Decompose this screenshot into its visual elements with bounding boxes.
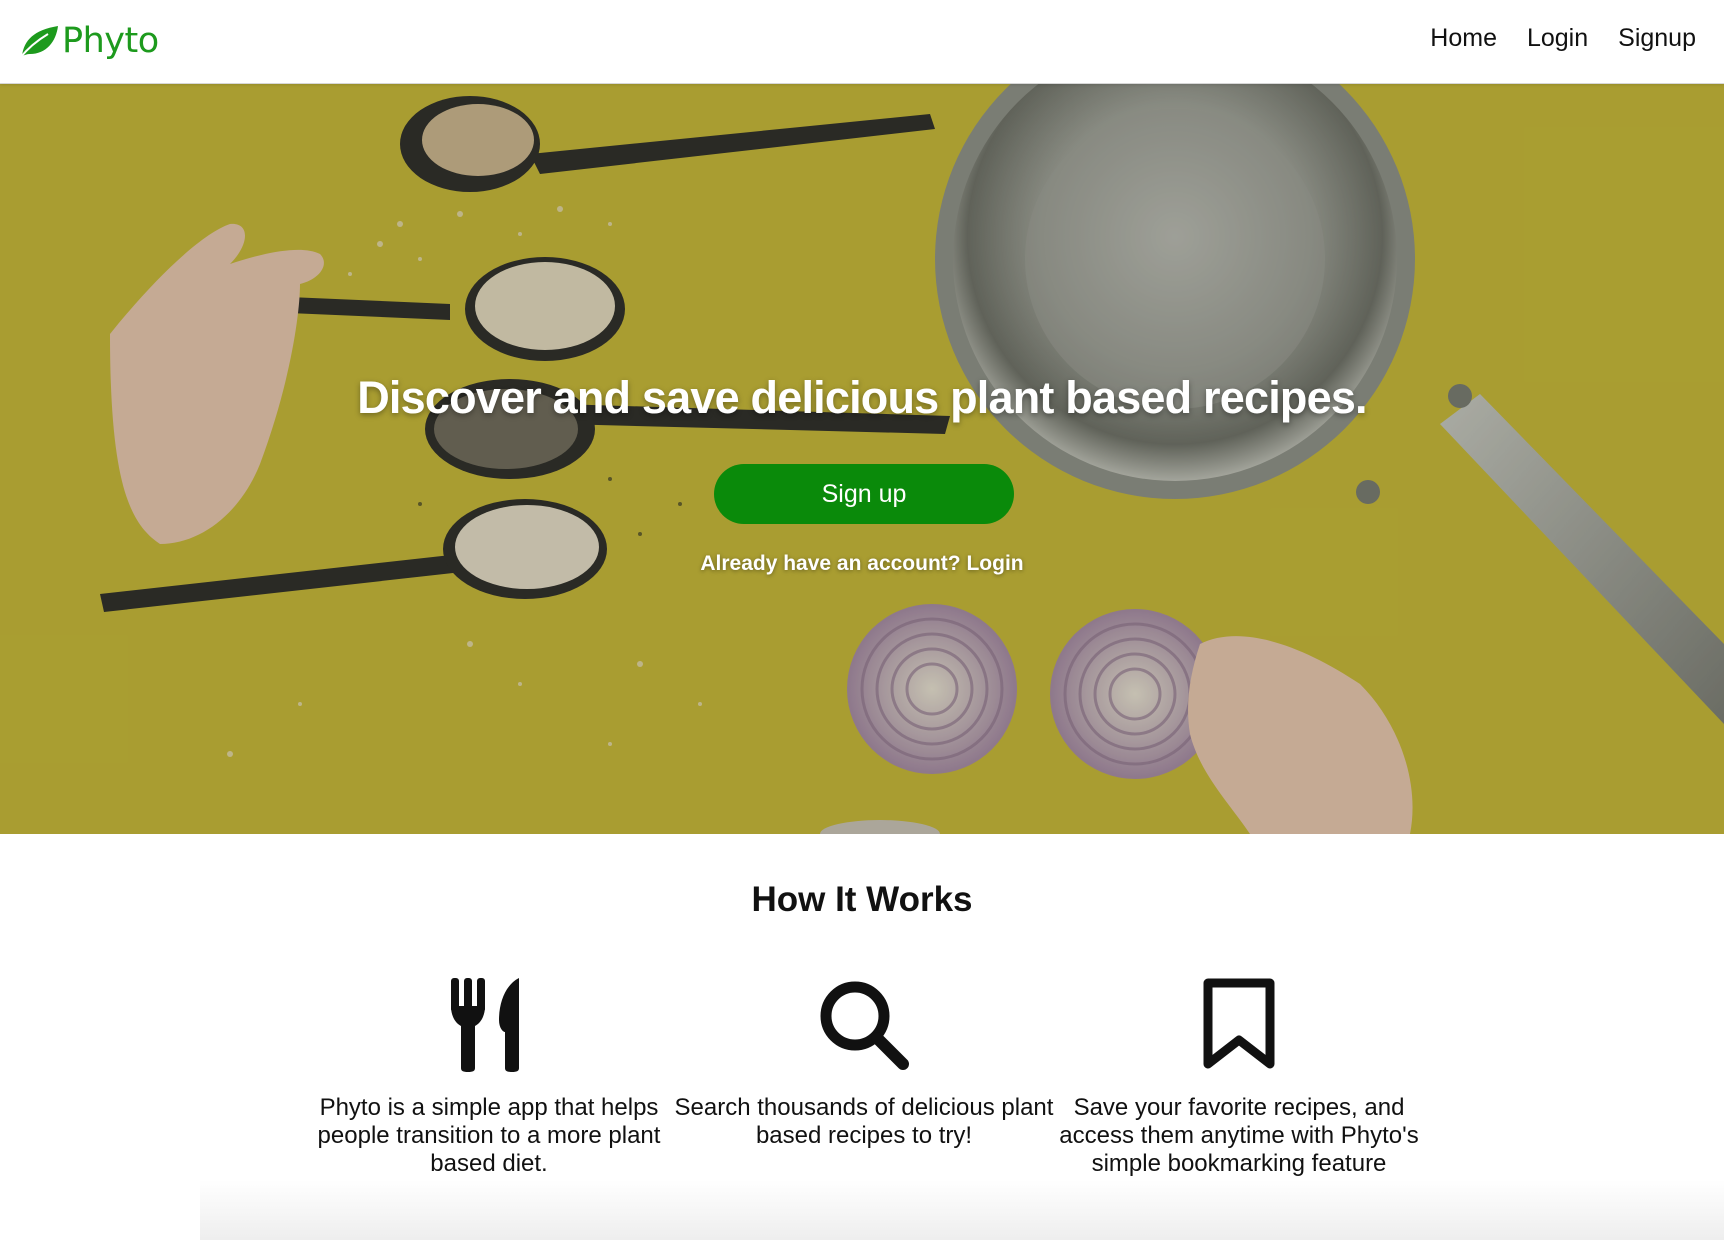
brand-name: Phyto	[62, 21, 159, 61]
hero-content: Discover and save delicious plant based …	[0, 84, 1724, 834]
search-icon	[820, 981, 909, 1070]
feature-recipes: Phyto is a simple app that helps people …	[299, 978, 679, 1178]
hero-title: Discover and save delicious plant based …	[357, 372, 1367, 423]
login-prompt: Already have an account? Login	[0, 552, 1724, 576]
brand-logo-link[interactable]: Phyto	[18, 16, 159, 66]
nav-login-link[interactable]: Login	[1527, 22, 1588, 54]
feature-bookmark-text: Save your favorite recipes, and access t…	[1059, 1094, 1419, 1177]
login-prompt-text: Already have an account?	[700, 552, 961, 575]
fork-knife-icon	[451, 978, 519, 1072]
nav-home-link[interactable]: Home	[1430, 22, 1497, 54]
bookmark-icon	[1203, 978, 1275, 1069]
bottom-shadow	[200, 1180, 1724, 1240]
navbar: Phyto Home Login Signup	[0, 0, 1724, 84]
hero-login-link[interactable]: Login	[966, 552, 1023, 575]
signup-button[interactable]: Sign up	[714, 464, 1014, 524]
feature-search: Search thousands of delicious plant base…	[674, 978, 1054, 1150]
hero-section: Discover and save delicious plant based …	[0, 84, 1724, 834]
how-it-works-heading: How It Works	[751, 880, 973, 919]
feature-search-text: Search thousands of delicious plant base…	[674, 1094, 1054, 1149]
leaf-icon	[19, 26, 58, 59]
nav-links: Home Login Signup	[1430, 22, 1696, 54]
nav-signup-link[interactable]: Signup	[1618, 22, 1696, 54]
feature-bookmark: Save your favorite recipes, and access t…	[1049, 978, 1429, 1178]
feature-recipes-text: Phyto is a simple app that helps people …	[317, 1094, 661, 1177]
